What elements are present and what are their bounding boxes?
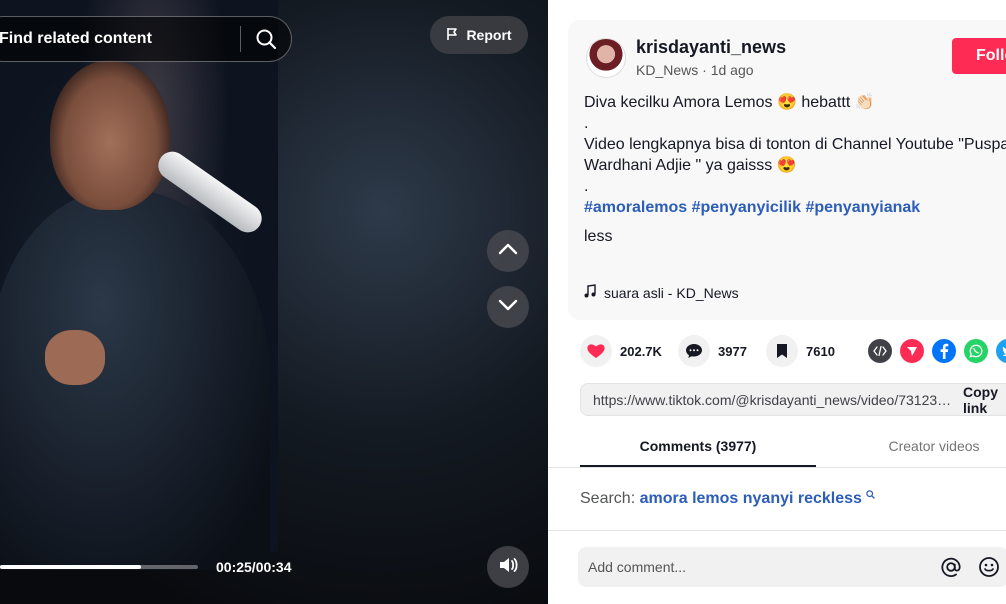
separator-dot: · — [702, 62, 711, 78]
comment-count: 3977 — [718, 343, 747, 359]
nickname: KD_News — [636, 62, 699, 78]
related-search-bar[interactable]: Find related content — [0, 16, 292, 62]
post-subline: KD_News · 1d ago — [636, 62, 754, 78]
username[interactable]: krisdayanti_news — [636, 37, 786, 58]
video-progress-bar[interactable] — [0, 565, 198, 569]
avatar[interactable] — [586, 38, 626, 78]
performer-hand — [45, 330, 105, 385]
video-time: 00:25/00:34 — [216, 559, 292, 575]
less-toggle[interactable]: less — [584, 226, 1006, 247]
share-url[interactable]: https://www.tiktok.com/@krisdayanti_news… — [581, 392, 953, 408]
twitter-icon[interactable] — [996, 339, 1006, 363]
comment-bar: Add comment... — [548, 530, 1006, 604]
search-suggestion[interactable]: Search: amora lemos nyanyi reckless — [580, 490, 876, 508]
whatsapp-icon[interactable] — [964, 339, 988, 363]
share-link-box: https://www.tiktok.com/@krisdayanti_news… — [580, 383, 1006, 416]
volume-button[interactable] — [487, 546, 529, 588]
next-video-button[interactable] — [487, 286, 529, 328]
embed-icon[interactable] — [868, 339, 892, 363]
previous-video-button[interactable] — [487, 230, 529, 272]
performer-head — [50, 60, 170, 210]
search-prefix: Search: — [580, 490, 636, 507]
hashtags[interactable]: #amoralemos #penyanyicilik #penyanyianak — [584, 197, 1006, 218]
heart-icon[interactable] — [580, 335, 612, 367]
caption-line: Diva kecilku Amora Lemos 😍 hebattt 👏🏻 — [584, 94, 875, 111]
search-query[interactable]: amora lemos nyanyi reckless — [640, 490, 862, 507]
report-label: Report — [466, 27, 512, 43]
caption-dot: . — [584, 115, 589, 132]
comment-placeholder[interactable]: Add comment... — [578, 559, 932, 575]
comment-input[interactable]: Add comment... — [578, 547, 1006, 587]
emoji-icon[interactable] — [970, 556, 1006, 578]
like-action[interactable]: 202.7K — [580, 335, 662, 367]
send-icon[interactable] — [900, 339, 924, 363]
post-date: 1d ago — [710, 62, 754, 78]
report-button[interactable]: Report — [430, 16, 528, 54]
music-link[interactable]: suara asli - KD_News — [584, 284, 739, 301]
comment-action[interactable]: 3977 — [678, 335, 747, 367]
caption-line: Video lengkapnya bisa di tonton di Chann… — [584, 136, 1006, 174]
mention-icon[interactable] — [932, 556, 970, 578]
chevron-up-icon — [498, 242, 518, 260]
facebook-icon[interactable] — [932, 339, 956, 363]
related-search-label: Find related content — [0, 30, 152, 47]
speaker-icon — [498, 556, 518, 579]
video-progress-fill — [0, 565, 141, 569]
tab-creator-videos[interactable]: Creator videos — [816, 426, 1006, 467]
comment-icon[interactable] — [678, 335, 710, 367]
video-player[interactable]: Find related content Report 00:25/00:34 — [0, 0, 548, 604]
small-search-icon — [866, 490, 876, 507]
caption-dot: . — [584, 178, 589, 195]
search-icon[interactable] — [241, 28, 291, 50]
music-label: suara asli - KD_News — [604, 284, 739, 301]
tab-comments[interactable]: Comments (3977) — [580, 426, 816, 467]
save-action[interactable]: 7610 — [766, 335, 835, 367]
post-info-card: krisdayanti_news KD_News · 1d ago Follow… — [568, 20, 1006, 320]
action-bar: 202.7K 3977 7610 — [580, 335, 1006, 369]
chevron-down-icon — [498, 298, 518, 316]
post-caption: Diva kecilku Amora Lemos 😍 hebattt 👏🏻 . … — [584, 92, 1006, 247]
video-frame[interactable] — [0, 0, 278, 570]
like-count: 202.7K — [620, 343, 662, 359]
comment-tabs: Comments (3977) Creator videos — [548, 426, 1006, 468]
performer-body — [0, 190, 270, 570]
follow-button[interactable]: Follow — [952, 38, 1006, 74]
copy-link-button[interactable]: Copy link — [953, 384, 1006, 416]
bookmark-icon[interactable] — [766, 335, 798, 367]
right-panel: krisdayanti_news KD_News · 1d ago Follow… — [548, 0, 1006, 604]
save-count: 7610 — [806, 343, 835, 359]
flag-icon — [446, 27, 460, 44]
music-note-icon — [584, 284, 596, 301]
